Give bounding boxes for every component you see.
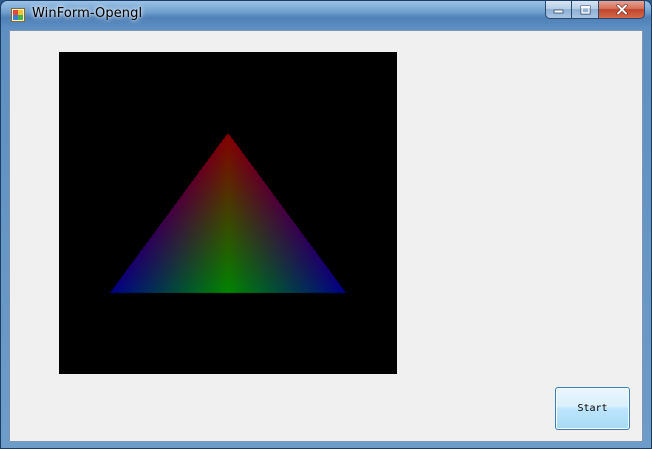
app-icon[interactable]	[11, 8, 25, 22]
start-button-label: Start	[577, 403, 608, 414]
app-window: WinForm-Opengl Start	[0, 0, 652, 449]
maximize-button[interactable]	[572, 1, 599, 19]
close-icon	[615, 4, 628, 15]
title-bar[interactable]: WinForm-Opengl	[1, 1, 651, 29]
window-title: WinForm-Opengl	[32, 6, 143, 21]
client-area: Start	[9, 30, 643, 442]
minimize-button[interactable]	[545, 1, 572, 19]
maximize-icon	[580, 5, 590, 14]
close-button[interactable]	[599, 1, 645, 19]
start-button[interactable]: Start	[555, 387, 630, 430]
caption-buttons	[545, 1, 645, 21]
minimize-icon	[553, 9, 564, 14]
opengl-render-canvas[interactable]	[59, 52, 397, 374]
